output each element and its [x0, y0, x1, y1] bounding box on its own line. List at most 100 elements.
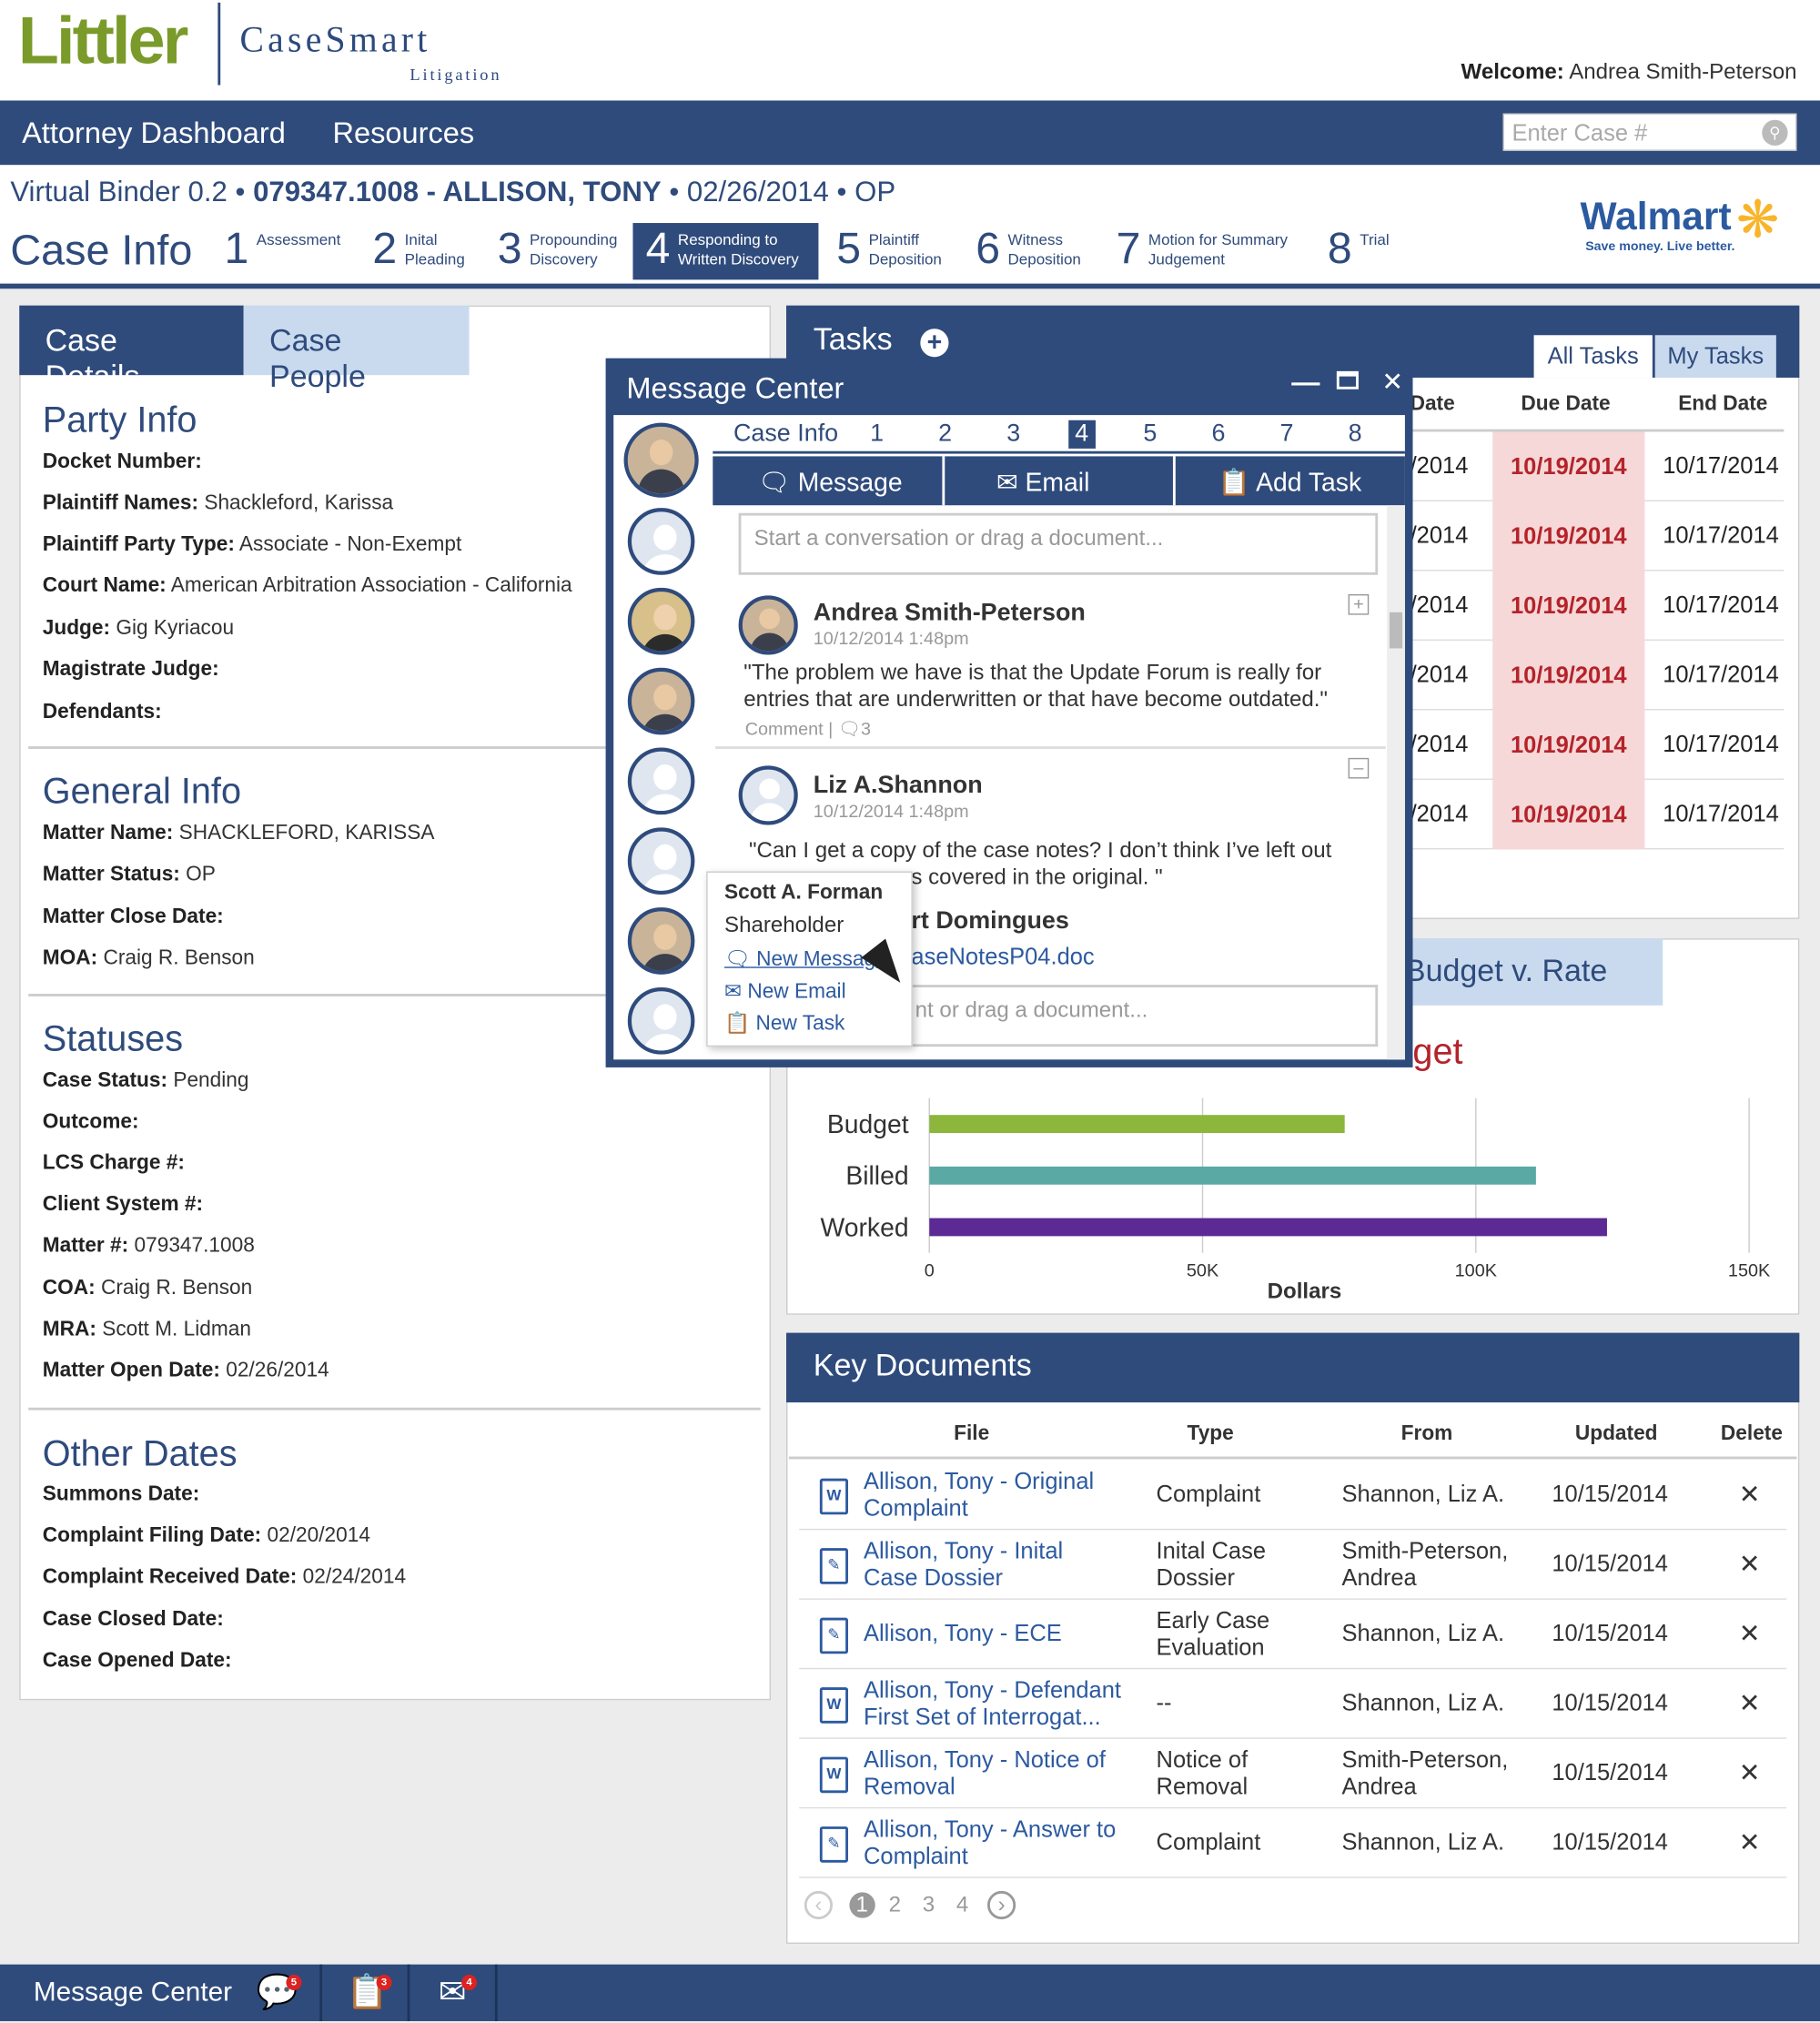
scrollbar-thumb[interactable] [1389, 612, 1403, 649]
delete-icon[interactable]: ✕ [1739, 1618, 1761, 1650]
document-link[interactable]: Allison, Tony - Notice of Removal [864, 1746, 1108, 1800]
kd-col-from[interactable]: From [1401, 1423, 1453, 1446]
delete-icon[interactable]: ✕ [1739, 1687, 1761, 1719]
nav-attorney-dashboard[interactable]: Attorney Dashboard [22, 116, 286, 150]
stage-8[interactable]: 8 Trial [1328, 223, 1399, 279]
attachment-link[interactable]: aseNotesP04.doc [911, 944, 1094, 971]
tab-case-details[interactable]: Case Details [19, 305, 244, 394]
document-row[interactable]: W Allison, Tony - Notice of Removal Noti… [799, 1739, 1787, 1809]
email-button[interactable]: ✉ Email [996, 467, 1089, 499]
document-link[interactable]: Allison, Tony - Inital Case Dossier [864, 1538, 1121, 1592]
tab-case-info[interactable]: Case Info [10, 226, 192, 275]
tasks-col-end-date[interactable]: End Date [1678, 393, 1767, 416]
case-search-input[interactable]: Enter Case # ⚲ [1502, 113, 1797, 151]
document-row[interactable]: W Allison, Tony - Original Complaint Com… [799, 1461, 1787, 1531]
conversation-input[interactable]: Start a conversation or drag a document.… [738, 512, 1379, 575]
littler-logo[interactable]: Littler [18, 3, 189, 80]
maximize-icon[interactable] [1336, 370, 1359, 389]
add-task-icon[interactable]: + [920, 329, 949, 358]
chart-bar-worked[interactable] [929, 1218, 1607, 1237]
bottom-message-center-label[interactable]: Message Center [34, 1977, 232, 2008]
minimize-icon[interactable]: — [1291, 366, 1320, 400]
task-row[interactable]: /2014 10/19/2014 10/17/2014 [1410, 501, 1785, 571]
document-row[interactable]: ✎ Allison, Tony - Inital Case Dossier In… [799, 1530, 1787, 1600]
chat-bubble-icon[interactable]: 💬 5 [255, 1972, 302, 2016]
avatar-user[interactable] [627, 667, 695, 735]
stage-7[interactable]: 7 Motion for Summary Judgement [1117, 223, 1300, 279]
task-row[interactable]: /2014 10/19/2014 10/17/2014 [1410, 640, 1785, 711]
tab-budget-v-rate[interactable]: Budget v. Rate [1391, 938, 1663, 1006]
nav-resources[interactable]: Resources [332, 116, 474, 150]
mc-tab-4[interactable]: 4 [1068, 420, 1096, 449]
reply-input[interactable]: nt or drag a document... [909, 985, 1379, 1047]
mc-tab-7[interactable]: 7 [1280, 420, 1294, 449]
stage-6[interactable]: 6 Witness Deposition [976, 223, 1087, 279]
stage-3[interactable]: 3 Propounding Discovery [498, 223, 625, 279]
avatar-andrea[interactable] [623, 422, 699, 498]
document-link[interactable]: Allison, Tony - Answer to Complaint [864, 1816, 1121, 1870]
page-1[interactable]: 1 [849, 1892, 875, 1918]
mc-tab-6[interactable]: 6 [1211, 420, 1225, 449]
mc-tab-5[interactable]: 5 [1143, 420, 1157, 449]
document-link[interactable]: Allison, Tony - ECE [864, 1620, 1121, 1647]
message-author[interactable]: Liz A.Shannon [814, 772, 983, 800]
stage-5[interactable]: 5 Plaintiff Deposition [836, 223, 948, 279]
expand-icon[interactable]: + [1348, 593, 1370, 615]
delete-icon[interactable]: ✕ [1739, 1479, 1761, 1511]
mc-tab-3[interactable]: 3 [1006, 420, 1020, 449]
mc-tab-case-info[interactable]: Case Info [733, 420, 838, 449]
delete-icon[interactable]: ✕ [1739, 1757, 1761, 1789]
avatar-placeholder[interactable] [627, 827, 695, 895]
mc-tab-8[interactable]: 8 [1349, 420, 1362, 449]
document-link[interactable]: Allison, Tony - Original Complaint [864, 1468, 1121, 1522]
tasks-col-date[interactable]: Date [1410, 393, 1455, 416]
tasks-col-due-date[interactable]: Due Date [1521, 393, 1610, 416]
new-email-link[interactable]: ✉ New Email [724, 978, 846, 1004]
page-2[interactable]: 2 [889, 1892, 901, 1917]
document-row[interactable]: ✎ Allison, Tony - ECE Early Case Evaluat… [799, 1600, 1787, 1670]
document-row[interactable]: ✎ Allison, Tony - Answer to Complaint Co… [799, 1808, 1787, 1878]
avatar-scott[interactable] [627, 907, 695, 975]
message-scrollbar[interactable] [1387, 505, 1405, 1060]
delete-icon[interactable]: ✕ [1739, 1826, 1761, 1858]
stage-1[interactable]: 1 Assessment [224, 223, 346, 279]
prev-page-icon[interactable]: ‹ [804, 1890, 834, 1920]
mc-tab-1[interactable]: 1 [870, 420, 884, 449]
message-button[interactable]: 🗨 Message [758, 467, 903, 499]
task-row[interactable]: /2014 10/19/2014 10/17/2014 [1410, 710, 1785, 780]
kd-col-file[interactable]: File [954, 1423, 989, 1446]
comment-link[interactable]: Comment [745, 718, 824, 739]
close-icon[interactable]: ✕ [1381, 366, 1403, 398]
search-icon[interactable]: ⚲ [1762, 119, 1788, 147]
avatar-placeholder[interactable] [627, 508, 695, 575]
task-row[interactable]: /2014 10/19/2014 10/17/2014 [1410, 431, 1785, 501]
document-link[interactable]: Allison, Tony - Defendant First Set of I… [864, 1677, 1134, 1731]
tab-my-tasks[interactable]: My Tasks [1654, 335, 1776, 379]
chart-bar-billed[interactable] [929, 1166, 1536, 1185]
delete-icon[interactable]: ✕ [1739, 1548, 1761, 1580]
avatar-placeholder[interactable] [627, 747, 695, 815]
message-author[interactable]: Andrea Smith-Peterson [814, 600, 1086, 628]
envelope-icon[interactable]: ✉ 4 [430, 1972, 478, 2016]
tab-all-tasks[interactable]: All Tasks [1533, 335, 1653, 379]
next-page-icon[interactable]: › [987, 1890, 1016, 1920]
clipboard-check-icon[interactable]: 📋 3 [346, 1972, 392, 2016]
kd-col-type[interactable]: Type [1188, 1423, 1234, 1446]
document-row[interactable]: W Allison, Tony - Defendant First Set of… [799, 1669, 1787, 1739]
stage-4[interactable]: 4 Responding to Written Discovery [632, 223, 819, 280]
task-row[interactable]: /2014 10/19/2014 10/17/2014 [1410, 571, 1785, 641]
add-task-button[interactable]: 📋 Add Task [1218, 467, 1362, 499]
page-3[interactable]: 3 [923, 1892, 935, 1917]
avatar-placeholder[interactable] [627, 986, 695, 1055]
chart-bar-budget[interactable] [929, 1115, 1345, 1134]
new-task-link[interactable]: 📋 New Task [724, 1010, 844, 1036]
avatar-liz[interactable] [627, 587, 695, 655]
collapse-icon[interactable]: – [1348, 758, 1370, 779]
mentioned-user[interactable]: rt Domingues [911, 907, 1068, 936]
task-row[interactable]: /2014 10/19/2014 10/17/2014 [1410, 779, 1785, 850]
kd-col-updated[interactable]: Updated [1575, 1423, 1658, 1446]
page-4[interactable]: 4 [956, 1892, 968, 1917]
mc-tab-2[interactable]: 2 [938, 420, 952, 449]
stage-2[interactable]: 2 Inital Pleading [372, 223, 471, 279]
tab-case-people[interactable]: Case People [243, 305, 470, 394]
